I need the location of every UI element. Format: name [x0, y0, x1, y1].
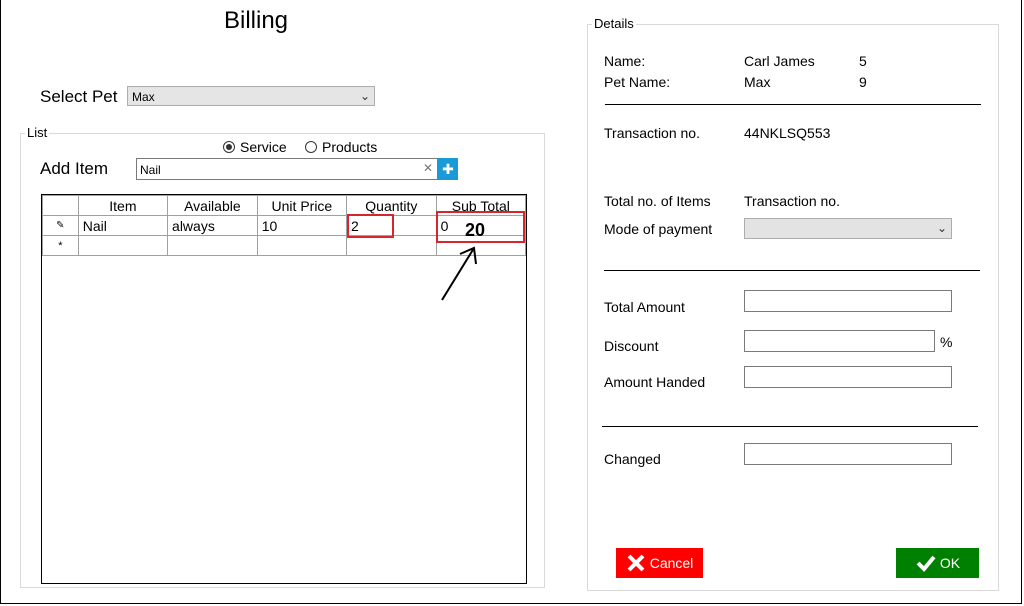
amount-handed-label: Amount Handed [604, 374, 706, 390]
col-header-quantity[interactable]: Quantity [346, 195, 437, 216]
changed-label: Changed [604, 451, 661, 467]
new-row-marker: * [42, 235, 79, 256]
total-items-label: Total no. of Items [604, 193, 711, 209]
col-header-item[interactable]: Item [77, 195, 169, 216]
row-header-corner [42, 195, 79, 216]
radio-products[interactable]: Products [305, 139, 377, 155]
mode-payment-dropdown[interactable]: ⌄ [744, 218, 952, 239]
changed-field[interactable] [744, 443, 952, 465]
annotation-arrow-icon [441, 246, 477, 301]
total-items-value: Transaction no. [744, 193, 840, 209]
radio-products-label: Products [322, 139, 378, 155]
add-item-input[interactable]: Nail ✕ [136, 158, 438, 180]
col-header-unit-price[interactable]: Unit Price [256, 195, 348, 216]
transaction-value: 44NKLSQ553 [744, 125, 831, 141]
ok-button-label: OK [939, 555, 961, 571]
total-amount-label: Total Amount [604, 299, 685, 315]
checkmark-icon [916, 555, 936, 572]
amount-handed-field[interactable] [744, 366, 952, 388]
pet-name-number: 9 [859, 74, 867, 90]
divider [604, 270, 980, 271]
new-cell-available[interactable] [167, 235, 258, 256]
new-cell-quantity[interactable] [346, 235, 437, 256]
details-legend: Details [592, 16, 636, 31]
mode-payment-label: Mode of payment [604, 221, 713, 237]
quantity-highlight-box [347, 214, 394, 238]
page-title: Billing [224, 7, 289, 34]
add-item-button[interactable]: ✚ [438, 158, 458, 180]
transaction-label: Transaction no. [604, 125, 700, 141]
close-icon [627, 554, 645, 572]
select-pet-label: Select Pet [40, 87, 118, 106]
cell-unit-price[interactable]: 10 [256, 215, 348, 236]
discount-unit: % [940, 334, 953, 350]
list-legend: List [25, 125, 50, 140]
name-label: Name: [604, 53, 646, 69]
annotation-value: 20 [465, 220, 486, 240]
new-cell-unit-price[interactable] [256, 235, 348, 256]
ok-button[interactable]: OK [896, 548, 979, 578]
divider [602, 426, 978, 427]
cancel-button-label: Cancel [649, 555, 694, 571]
radio-selected-icon [223, 141, 235, 153]
cell-item[interactable]: Nail [77, 215, 169, 236]
chevron-down-icon: ⌄ [936, 221, 947, 235]
plus-icon: ✚ [442, 161, 454, 177]
select-pet-value: Max [132, 90, 155, 104]
cell-available[interactable]: always [167, 215, 258, 236]
select-pet-dropdown[interactable]: Max ⌄ [127, 86, 375, 106]
discount-label: Discount [604, 338, 659, 354]
discount-field[interactable] [744, 330, 935, 352]
pet-name-label: Pet Name: [604, 74, 671, 90]
edit-row-icon: ✎ [42, 215, 79, 236]
add-item-label: Add Item [40, 159, 109, 178]
clear-icon[interactable]: ✕ [423, 161, 433, 175]
total-amount-field[interactable] [744, 290, 952, 312]
cancel-button[interactable]: Cancel [616, 548, 703, 578]
chevron-down-icon: ⌄ [359, 89, 370, 103]
col-header-available[interactable]: Available [167, 195, 258, 216]
radio-service[interactable]: Service [223, 139, 287, 155]
radio-unselected-icon [305, 141, 317, 153]
name-number: 5 [859, 53, 867, 69]
add-item-value: Nail [140, 163, 161, 177]
name-value: Carl James [744, 53, 815, 69]
new-cell-item[interactable] [77, 235, 169, 256]
pet-name-value: Max [744, 74, 771, 90]
divider [605, 104, 981, 105]
radio-service-label: Service [240, 139, 287, 155]
